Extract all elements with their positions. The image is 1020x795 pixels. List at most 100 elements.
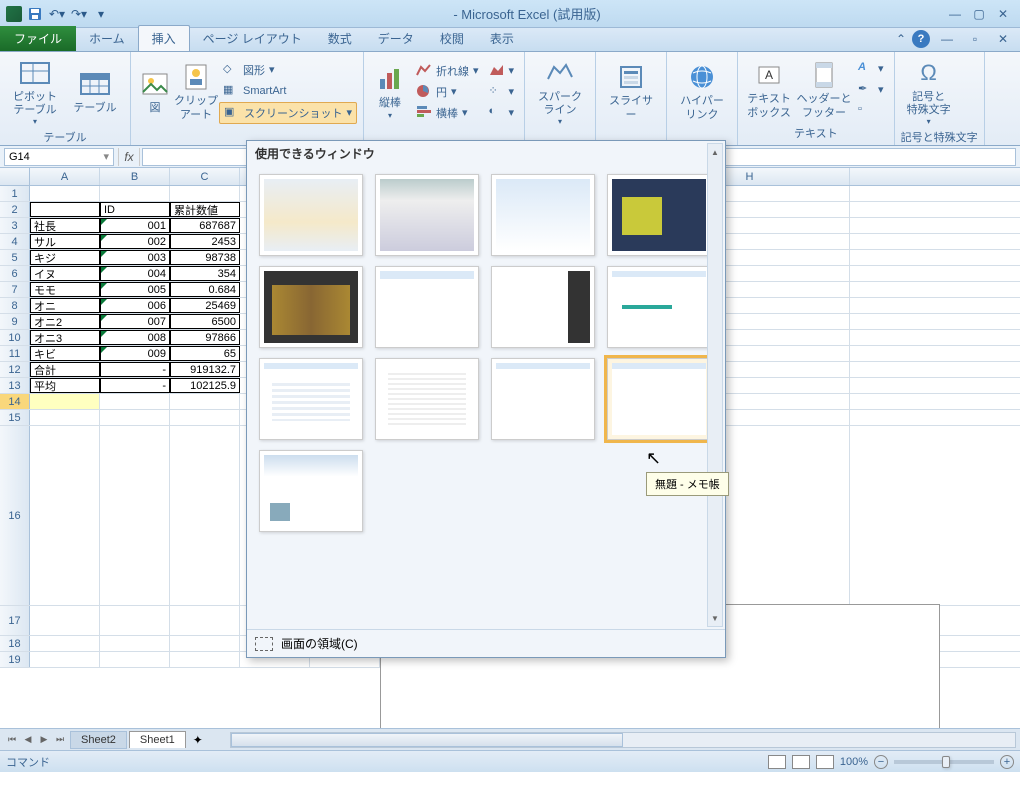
cell[interactable] [30, 606, 100, 635]
symbol-button[interactable]: Ω 記号と 特殊文字 ▾ [901, 55, 957, 128]
cell[interactable]: 0.684 [170, 282, 240, 297]
cell[interactable] [30, 394, 100, 409]
cell[interactable]: オニ3 [30, 330, 100, 345]
name-box[interactable]: G14 ▾ [4, 148, 114, 166]
row-header[interactable]: 17 [0, 606, 30, 635]
tab-insert[interactable]: 挿入 [138, 25, 190, 51]
new-sheet-button[interactable]: ✦ [188, 732, 208, 748]
zoom-slider[interactable] [894, 760, 994, 764]
row-header[interactable]: 5 [0, 250, 30, 265]
col-header-a[interactable]: A [30, 168, 100, 185]
cell[interactable]: 007 [100, 314, 170, 329]
table-button[interactable]: テーブル [66, 66, 124, 117]
row-header[interactable]: 19 [0, 652, 30, 667]
tab-formulas[interactable]: 数式 [315, 26, 365, 51]
cell[interactable]: 006 [100, 298, 170, 313]
window-thumb-6[interactable] [375, 266, 479, 348]
zoom-in-button[interactable]: + [1000, 755, 1014, 769]
scatter-chart-button[interactable]: ⁘▾ [485, 82, 519, 102]
dropdown-scrollbar[interactable]: ▲ ▼ [707, 143, 723, 627]
window-thumb-7[interactable] [491, 266, 595, 348]
col-header-b[interactable]: B [100, 168, 170, 185]
row-header[interactable]: 2 [0, 202, 30, 217]
cell[interactable]: 919132.7 [170, 362, 240, 377]
cell[interactable] [170, 394, 240, 409]
window-thumb-5[interactable] [259, 266, 363, 348]
cell[interactable]: 65 [170, 346, 240, 361]
row-header[interactable]: 10 [0, 330, 30, 345]
window-thumb-13[interactable] [259, 450, 363, 532]
row-header[interactable]: 9 [0, 314, 30, 329]
tab-review[interactable]: 校閲 [427, 26, 477, 51]
pie-chart-button[interactable]: 円 ▾ [412, 82, 483, 102]
row-header[interactable]: 4 [0, 234, 30, 249]
row-header[interactable]: 7 [0, 282, 30, 297]
bar-chart-button[interactable]: 横棒 ▾ [412, 103, 483, 123]
tab-data[interactable]: データ [365, 26, 427, 51]
cell[interactable] [100, 394, 170, 409]
window-thumb-1[interactable] [259, 174, 363, 256]
textbox-button[interactable]: A テキスト ボックス [744, 57, 794, 121]
cell[interactable]: オニ2 [30, 314, 100, 329]
signature-button[interactable]: ✒▾ [854, 80, 888, 100]
cell[interactable]: 2453 [170, 234, 240, 249]
cell[interactable] [170, 652, 240, 667]
minimize-button[interactable]: — [944, 5, 966, 23]
cell[interactable]: 001 [100, 218, 170, 233]
cell[interactable] [30, 410, 100, 425]
cell[interactable] [170, 636, 240, 651]
screenshot-button[interactable]: ▣スクリーンショット ▾ [219, 102, 357, 124]
sheet-nav-next[interactable]: ▶ [36, 732, 52, 748]
cell[interactable] [30, 202, 100, 217]
pagebreak-view-button[interactable] [816, 755, 834, 769]
redo-icon[interactable]: ↷▾ [70, 5, 88, 23]
shapes-button[interactable]: ◇図形 ▾ [219, 60, 357, 80]
namebox-dropdown-icon[interactable]: ▾ [103, 150, 109, 163]
zoom-out-button[interactable]: − [874, 755, 888, 769]
col-header-c[interactable]: C [170, 168, 240, 185]
qat-dropdown-icon[interactable]: ▾ [92, 5, 110, 23]
cell[interactable]: 004 [100, 266, 170, 281]
cell[interactable]: キビ [30, 346, 100, 361]
fx-button[interactable]: fx [118, 148, 140, 166]
cell[interactable]: モモ [30, 282, 100, 297]
cell[interactable] [170, 186, 240, 201]
workbook-close-button[interactable]: ✕ [992, 30, 1014, 48]
cell[interactable]: 97866 [170, 330, 240, 345]
cell[interactable] [100, 186, 170, 201]
cell[interactable]: 003 [100, 250, 170, 265]
cell[interactable]: キジ [30, 250, 100, 265]
row-header[interactable]: 18 [0, 636, 30, 651]
tab-file[interactable]: ファイル [0, 26, 76, 51]
cell[interactable]: 6500 [170, 314, 240, 329]
row-header[interactable]: 15 [0, 410, 30, 425]
collapse-ribbon-icon[interactable]: ⌃ [896, 32, 906, 46]
hyperlink-button[interactable]: ハイパーリンク [673, 59, 731, 123]
cell[interactable]: 687687 [170, 218, 240, 233]
cell[interactable]: - [100, 378, 170, 393]
row-header[interactable]: 11 [0, 346, 30, 361]
sheet-tab-sheet1[interactable]: Sheet1 [129, 731, 186, 748]
cell[interactable]: 平均 [30, 378, 100, 393]
horizontal-scrollbar[interactable] [230, 732, 1016, 748]
cell[interactable]: オニ [30, 298, 100, 313]
cell[interactable]: 009 [100, 346, 170, 361]
window-thumb-12[interactable] [607, 358, 711, 440]
workbook-minimize-button[interactable]: — [936, 30, 958, 48]
wordart-button[interactable]: A▾ [854, 59, 888, 79]
sheet-tab-sheet2[interactable]: Sheet2 [70, 731, 127, 749]
cell[interactable] [100, 652, 170, 667]
cell[interactable] [170, 426, 240, 605]
sheet-nav-prev[interactable]: ◀ [20, 732, 36, 748]
cell[interactable]: 累計数値 [170, 202, 240, 217]
normal-view-button[interactable] [768, 755, 786, 769]
other-charts-button[interactable]: ◐▾ [485, 103, 519, 123]
pagelayout-view-button[interactable] [792, 755, 810, 769]
cell[interactable] [30, 636, 100, 651]
cell[interactable] [100, 426, 170, 605]
window-thumb-9[interactable] [259, 358, 363, 440]
clipart-button[interactable]: クリップ アート [175, 59, 217, 123]
cell[interactable] [170, 606, 240, 635]
cell[interactable]: イヌ [30, 266, 100, 281]
cell[interactable]: 008 [100, 330, 170, 345]
